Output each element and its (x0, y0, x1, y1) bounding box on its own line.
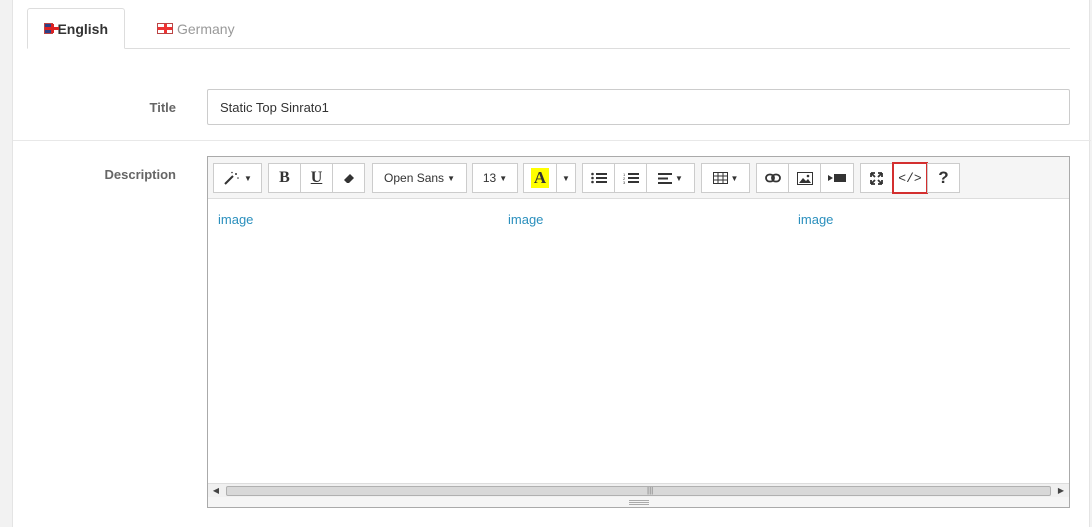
tab-english-label: English (57, 20, 108, 37)
scrollbar-thumb[interactable]: ||| (226, 486, 1051, 496)
table-icon (712, 172, 728, 184)
insert-image-button[interactable] (788, 163, 821, 193)
scroll-left-icon[interactable]: ◀ (210, 485, 222, 497)
numbered-list-icon: 1 2 3 (623, 172, 639, 185)
title-label: Title (149, 100, 177, 115)
description-editor: ▼ B U Open Sans ▼ 13 ▼ A ▼ 1 2 3 ▼ ▼ </>… (207, 156, 1070, 508)
help-icon: ? (938, 168, 949, 187)
unordered-list-button[interactable] (582, 163, 615, 193)
editor-content[interactable]: image image image (208, 200, 1069, 483)
code-view-button[interactable]: </> (892, 162, 928, 194)
scroll-right-icon[interactable]: ▶ (1055, 485, 1067, 497)
resize-grip-icon (628, 499, 649, 505)
chevron-down-icon: ▼ (730, 173, 739, 183)
bold-button[interactable]: B (268, 163, 301, 193)
bullet-list-icon (590, 172, 607, 184)
help-button[interactable]: ? (927, 163, 960, 193)
svg-text:3: 3 (623, 180, 626, 185)
image-link[interactable]: image (218, 212, 253, 227)
uk-flag-icon (44, 23, 60, 34)
ge-flag-icon (157, 23, 173, 34)
table-dropdown[interactable]: ▼ (701, 163, 750, 193)
font-size-value: 13 (482, 171, 497, 185)
text-color-icon: A (530, 168, 550, 188)
underline-button[interactable]: U (300, 163, 333, 193)
align-left-icon (658, 172, 673, 184)
code-icon: </> (898, 170, 922, 186)
bold-icon: B (279, 169, 290, 186)
font-family-value: Open Sans (384, 171, 445, 185)
font-size-dropdown[interactable]: 13 ▼ (472, 163, 518, 193)
fullscreen-button[interactable] (860, 163, 893, 193)
chevron-down-icon: ▼ (499, 173, 508, 183)
style-button[interactable]: ▼ (213, 163, 262, 193)
clear-format-button[interactable] (332, 163, 365, 193)
link-icon (764, 173, 781, 183)
horizontal-scrollbar[interactable]: ◀ ||| ▶ (208, 483, 1069, 497)
ordered-list-button[interactable]: 1 2 3 (614, 163, 647, 193)
divider (13, 140, 1091, 141)
image-link[interactable]: image (508, 212, 543, 227)
underline-icon: U (310, 169, 323, 186)
form-panel: English Germany Title Description ▼ B (12, 0, 1091, 527)
fullscreen-icon (870, 171, 883, 185)
insert-link-button[interactable] (756, 163, 789, 193)
description-label: Description (104, 167, 176, 182)
image-icon (796, 171, 813, 185)
title-input[interactable] (207, 89, 1070, 125)
tab-germany-label: Germany (177, 20, 235, 37)
paragraph-align-dropdown[interactable]: ▼ (646, 163, 695, 193)
video-icon (828, 174, 846, 182)
font-family-dropdown[interactable]: Open Sans ▼ (372, 163, 467, 193)
color-dropdown[interactable]: ▼ (556, 163, 576, 193)
chevron-down-icon: ▼ (675, 173, 683, 183)
text-color-button[interactable]: A (523, 163, 557, 193)
magic-wand-icon (224, 171, 239, 185)
grip-icon: ||| (647, 486, 654, 495)
editor-toolbar: ▼ B U Open Sans ▼ 13 ▼ A ▼ 1 2 3 ▼ ▼ </>… (208, 157, 1069, 199)
insert-video-button[interactable] (820, 163, 854, 193)
chevron-down-icon: ▼ (562, 173, 570, 183)
language-tabs: English Germany (27, 8, 1070, 49)
tab-english[interactable]: English (27, 8, 125, 49)
chevron-down-icon: ▼ (244, 173, 252, 183)
chevron-down-icon: ▼ (447, 173, 455, 183)
resize-handle[interactable] (208, 497, 1069, 507)
image-link[interactable]: image (798, 212, 833, 227)
tab-germany[interactable]: Germany (141, 8, 251, 49)
eraser-icon (343, 174, 354, 183)
